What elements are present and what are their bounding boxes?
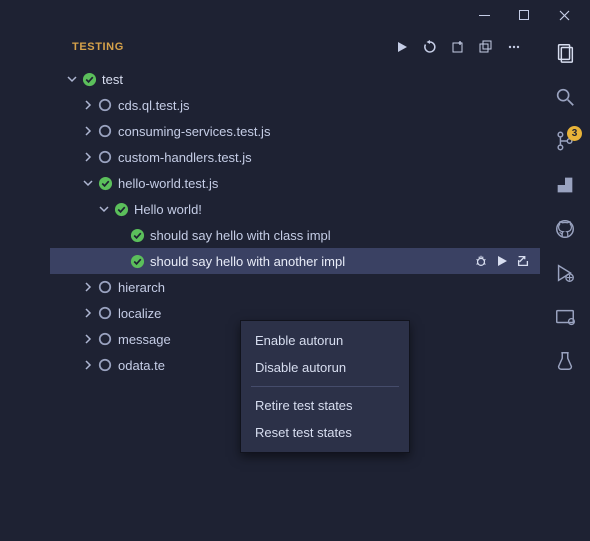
unset-icon	[96, 358, 114, 372]
chevron-right-icon[interactable]	[80, 125, 96, 137]
menu-disable-autorun[interactable]: Disable autorun	[241, 354, 409, 381]
chevron-down-icon[interactable]	[96, 203, 112, 215]
unset-icon	[96, 332, 114, 346]
new-file-icon[interactable]	[448, 37, 468, 57]
tree-label: localize	[118, 306, 161, 321]
run-all-icon[interactable]	[392, 37, 412, 57]
refresh-icon[interactable]	[420, 37, 440, 57]
github-icon[interactable]	[552, 216, 578, 242]
chevron-right-icon[interactable]	[80, 99, 96, 111]
chevron-right-icon[interactable]	[80, 281, 96, 293]
tree-root[interactable]: test	[50, 66, 540, 92]
more-icon[interactable]	[504, 37, 524, 57]
collapse-all-icon[interactable]	[476, 37, 496, 57]
unset-icon	[96, 150, 114, 164]
panel-title: TESTING	[72, 41, 124, 53]
debug-icon[interactable]	[474, 254, 488, 268]
tree-file[interactable]: cds.ql.test.js	[50, 92, 540, 118]
unset-icon	[96, 124, 114, 138]
tree-label: message	[118, 332, 171, 347]
testing-icon[interactable]	[552, 348, 578, 374]
pass-icon	[128, 228, 146, 243]
pass-icon	[96, 176, 114, 191]
debug-alt-icon[interactable]	[552, 260, 578, 286]
tree-suite[interactable]: Hello world!	[50, 196, 540, 222]
chevron-right-icon[interactable]	[80, 333, 96, 345]
tree-label: test	[102, 72, 123, 87]
tree-file[interactable]: hierarch	[50, 274, 540, 300]
tree-label: should say hello with another impl	[150, 254, 345, 269]
window-maximize-button[interactable]	[504, 1, 544, 29]
pass-icon	[80, 72, 98, 87]
menu-retire-states[interactable]: Retire test states	[241, 392, 409, 419]
tree-label: should say hello with class impl	[150, 228, 331, 243]
tree-label: hello-world.test.js	[118, 176, 218, 191]
unset-icon	[96, 306, 114, 320]
tree-label: hierarch	[118, 280, 165, 295]
window-minimize-button[interactable]	[464, 1, 504, 29]
goto-icon[interactable]	[516, 254, 530, 268]
explorer-icon[interactable]	[552, 40, 578, 66]
source-control-icon[interactable]: 3	[552, 128, 578, 154]
pass-icon	[128, 254, 146, 269]
chevron-down-icon[interactable]	[64, 73, 80, 85]
scm-badge: 3	[567, 126, 582, 141]
tree-test-selected[interactable]: should say hello with another impl	[50, 248, 540, 274]
pass-icon	[112, 202, 130, 217]
tree-label: cds.ql.test.js	[118, 98, 190, 113]
tree-label: Hello world!	[134, 202, 202, 217]
window-close-button[interactable]	[544, 1, 584, 29]
remote-icon[interactable]	[552, 304, 578, 330]
menu-reset-states[interactable]: Reset test states	[241, 419, 409, 446]
tree-file[interactable]: consuming-services.test.js	[50, 118, 540, 144]
unset-icon	[96, 280, 114, 294]
tree-test[interactable]: should say hello with class impl	[50, 222, 540, 248]
tree-label: consuming-services.test.js	[118, 124, 270, 139]
tree-label: custom-handlers.test.js	[118, 150, 252, 165]
chevron-right-icon[interactable]	[80, 359, 96, 371]
tree-file[interactable]: hello-world.test.js	[50, 170, 540, 196]
chevron-right-icon[interactable]	[80, 307, 96, 319]
run-icon[interactable]	[496, 255, 508, 267]
chevron-right-icon[interactable]	[80, 151, 96, 163]
context-menu: Enable autorun Disable autorun Retire te…	[240, 320, 410, 453]
tree-file[interactable]: custom-handlers.test.js	[50, 144, 540, 170]
menu-enable-autorun[interactable]: Enable autorun	[241, 327, 409, 354]
search-icon[interactable]	[552, 84, 578, 110]
unset-icon	[96, 98, 114, 112]
chevron-down-icon[interactable]	[80, 177, 96, 189]
tree-label: odata.te	[118, 358, 165, 373]
run-debug-icon[interactable]	[552, 172, 578, 198]
menu-separator	[251, 386, 399, 387]
